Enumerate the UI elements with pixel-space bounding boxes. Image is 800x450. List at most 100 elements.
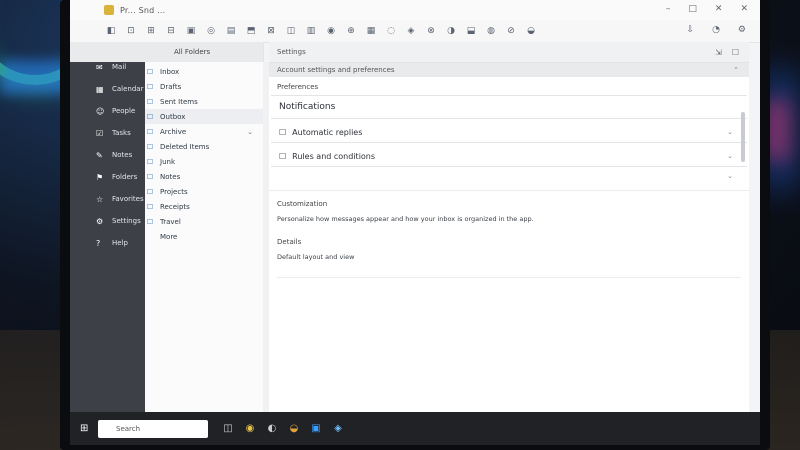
folder-item[interactable]: ☐ Projects — [145, 184, 263, 199]
toolbar-icon[interactable]: ▤ — [226, 26, 236, 36]
toolbar-icon[interactable]: ⬒ — [246, 26, 256, 36]
chevron-down-icon[interactable]: ⌄ — [727, 128, 733, 136]
reading-pane-header-icons: ⇲ ☐ — [715, 48, 739, 57]
folder-item[interactable]: ☐ Notes — [145, 169, 263, 184]
folder-label: Drafts — [160, 82, 182, 91]
rail-item-label: Tasks — [112, 129, 131, 137]
minimize-icon[interactable]: – — [666, 4, 671, 14]
toolbar-icon[interactable]: ◑ — [446, 26, 456, 36]
toolbar-icon[interactable]: ▥ — [306, 26, 316, 36]
rail-item-settings[interactable]: ⚙ Settings — [70, 210, 145, 232]
folder-label: Sent Items — [160, 97, 198, 106]
toolbar-icon[interactable]: ◈ — [406, 26, 416, 36]
toolbar-icon[interactable]: ⊗ — [426, 26, 436, 36]
toolbar-icon[interactable]: ◫ — [286, 26, 296, 36]
rail-item-notes[interactable]: ✎ Notes — [70, 144, 145, 166]
taskbar: ⊞ Search ◫ ◉ ◐ ◒ ▣ ◈ — [70, 412, 760, 445]
rail-item-favorites[interactable]: ☆ Favorites — [70, 188, 145, 210]
toolbar-icon[interactable]: ⊕ — [346, 26, 356, 36]
subheader-text: Account settings and preferences — [277, 66, 395, 74]
toolbar-icon[interactable]: ◎ — [206, 26, 216, 36]
status-icon[interactable]: ◔ — [712, 25, 720, 35]
expand-row[interactable]: ⌄ — [271, 170, 747, 182]
app-window: Pr... Snd ... – □ ✕ ✕ ◧ ⊡ ⊞ ⊟ ▣ ◎ ▤ ⬒ ⊠ … — [70, 0, 760, 445]
folder-item[interactable]: More — [145, 229, 263, 244]
folder-label: Archive — [160, 127, 187, 136]
window-icon[interactable]: ☐ — [732, 48, 739, 57]
toolbar-icon[interactable]: ⊡ — [126, 26, 136, 36]
toolbar-icon[interactable]: ⬓ — [466, 26, 476, 36]
popout-icon[interactable]: ⇲ — [715, 48, 722, 57]
rail-item-help[interactable]: ? Help — [70, 232, 145, 254]
taskbar-app-icon[interactable]: ◒ — [288, 423, 300, 434]
maximize-icon[interactable]: □ — [688, 4, 697, 14]
taskbar-apps: ◫ ◉ ◐ ◒ ▣ ◈ — [222, 423, 344, 434]
folder-item[interactable]: ☐ Drafts — [145, 79, 263, 94]
toolbar-icon[interactable]: ◌ — [386, 26, 396, 36]
rail-item-folders[interactable]: ⚑ Folders — [70, 166, 145, 188]
settings-row[interactable]: ☐ Rules and conditions ⌄ — [271, 146, 747, 167]
folder-item[interactable]: ☐ Deleted Items — [145, 139, 263, 154]
settings-row-icon: ☐ — [279, 151, 287, 161]
folder-icon: ☐ — [146, 157, 154, 166]
detail-value: Personalize how messages appear and how … — [277, 215, 534, 223]
detail-value: Default layout and view — [277, 253, 355, 261]
folder-item[interactable]: ☐ Archive ⌄ — [145, 124, 263, 139]
gear-icon[interactable]: ⚙ — [738, 25, 746, 35]
folder-item[interactable]: ☐ Sent Items — [145, 94, 263, 109]
folder-item[interactable]: ☐ Junk — [145, 154, 263, 169]
settings-row-label: Automatic replies — [292, 127, 363, 137]
start-icon[interactable]: ⊞ — [80, 423, 92, 435]
search-placeholder: Search — [116, 424, 141, 433]
star-icon: ☆ — [96, 194, 104, 204]
download-icon[interactable]: ⇩ — [687, 25, 695, 35]
rail-item-people[interactable]: ☺ People — [70, 100, 145, 122]
taskbar-app-icon[interactable]: ◐ — [266, 423, 278, 434]
folder-label: Outbox — [160, 112, 186, 121]
flag-icon: ⚑ — [96, 172, 104, 182]
folder-item[interactable]: ☐ Travel — [145, 214, 263, 229]
toolbar-icon[interactable]: ◍ — [486, 26, 496, 36]
folder-icon: ☐ — [146, 127, 154, 136]
chevron-down-icon[interactable]: ⌄ — [727, 152, 733, 160]
toolbar-icon[interactable]: ◉ — [326, 26, 336, 36]
taskbar-app-icon[interactable]: ▣ — [310, 423, 322, 434]
chevron-down-icon[interactable]: ⌄ — [247, 128, 253, 136]
folder-item[interactable]: ☐ Receipts — [145, 199, 263, 214]
folder-item[interactable]: ☐ Inbox — [145, 64, 263, 79]
toolbar-icon[interactable]: ⊟ — [166, 26, 176, 36]
reading-pane-header: Settings ⇲ ☐ — [269, 42, 749, 63]
reading-pane-subheader[interactable]: Account settings and preferences ⌃ — [269, 63, 749, 77]
toolbar-right-icons: ⇩ ◔ ⚙ — [687, 25, 746, 35]
folder-icon: ☐ — [146, 97, 154, 106]
rail-item-label: Settings — [112, 217, 141, 225]
close-icon[interactable]: ✕ — [715, 4, 723, 14]
toolbar-icon[interactable]: ⊠ — [266, 26, 276, 36]
toolbar-icon[interactable]: ◧ — [106, 26, 116, 36]
rail-item-calendar[interactable]: ▦ Calendar — [70, 78, 145, 100]
window-controls: – □ ✕ ✕ — [666, 4, 748, 14]
chevron-up-icon[interactable]: ⌃ — [733, 66, 739, 74]
taskbar-app-icon[interactable]: ◉ — [244, 423, 256, 434]
taskbar-app-icon[interactable]: ◫ — [222, 423, 234, 434]
help-icon: ? — [96, 238, 101, 248]
toolbar-icon[interactable]: ⊘ — [506, 26, 516, 36]
settings-row[interactable]: Notifications — [271, 95, 747, 119]
scrollbar[interactable] — [741, 112, 745, 162]
chevron-down-icon[interactable]: ⌄ — [727, 172, 733, 180]
folder-icon: ☐ — [146, 67, 154, 76]
rail-item-tasks[interactable]: ☑ Tasks — [70, 122, 145, 144]
tasks-icon: ☑ — [96, 128, 104, 138]
toolbar-icon[interactable]: ◒ — [526, 26, 536, 36]
folder-label: Junk — [160, 157, 175, 166]
settings-row-label: Rules and conditions — [292, 151, 376, 161]
taskbar-search[interactable]: Search — [98, 419, 208, 438]
settings-row[interactable]: ☐ Automatic replies ⌄ — [271, 122, 747, 143]
toolbar-icon[interactable]: ⊞ — [146, 26, 156, 36]
toolbar-icon[interactable]: ▦ — [366, 26, 376, 36]
taskbar-app-icon[interactable]: ◈ — [332, 423, 344, 434]
folder-item-active[interactable]: ☐ Outbox — [145, 109, 263, 124]
toolbar-icon[interactable]: ▣ — [186, 26, 196, 36]
close-icon[interactable]: ✕ — [740, 4, 748, 14]
toolbar-icons: ◧ ⊡ ⊞ ⊟ ▣ ◎ ▤ ⬒ ⊠ ◫ ▥ ◉ ⊕ ▦ ◌ ◈ ⊗ ◑ ⬓ ◍ … — [106, 26, 536, 36]
